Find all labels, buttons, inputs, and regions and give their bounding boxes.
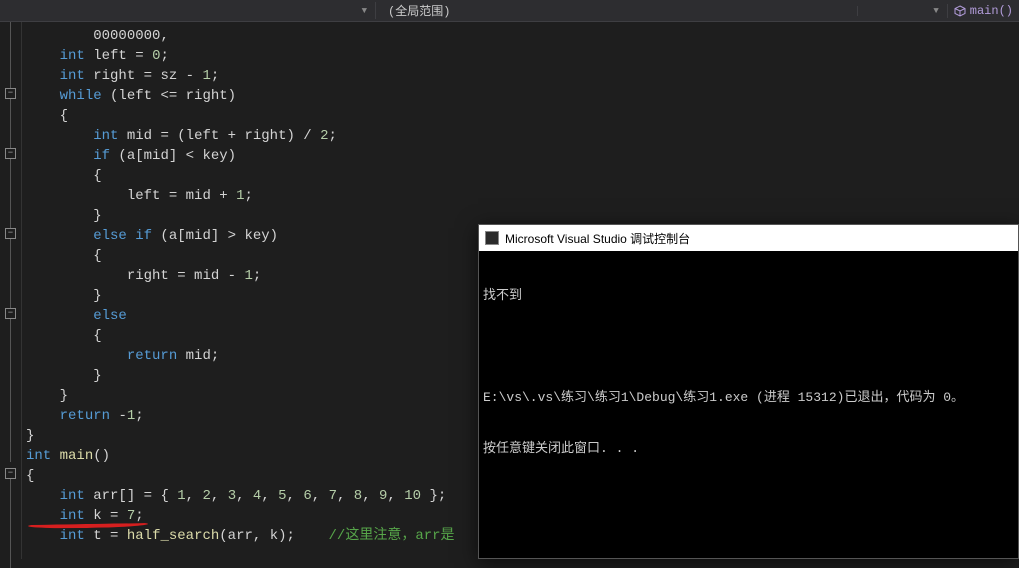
function-label: main() <box>970 4 1013 18</box>
console-title: Microsoft Visual Studio 调试控制台 <box>505 230 690 247</box>
console-blank <box>483 338 1014 355</box>
code-line[interactable]: { <box>26 246 455 266</box>
console-output-line: E:\vs\.vs\练习\练习1\Debug\练习1.exe (进程 15312… <box>483 389 1014 406</box>
context-mid[interactable]: ▼ <box>857 6 947 16</box>
fold-toggle[interactable]: − <box>5 308 16 319</box>
code-line[interactable]: return mid; <box>26 346 455 366</box>
code-line[interactable]: int t = half_search(arr, k); //这里注意，arr是 <box>26 526 455 546</box>
method-icon <box>954 5 966 17</box>
code-area[interactable]: 00000000, int left = 0; int right = sz -… <box>22 22 455 559</box>
code-line[interactable]: } <box>26 206 455 226</box>
code-line[interactable]: { <box>26 466 455 486</box>
code-line[interactable]: else <box>26 306 455 326</box>
code-line[interactable]: int arr[] = { 1, 2, 3, 4, 5, 6, 7, 8, 9,… <box>26 486 455 506</box>
function-dropdown[interactable]: main() <box>947 4 1019 18</box>
code-line[interactable]: return -1; <box>26 406 455 426</box>
fold-gutter: − − − − − <box>0 22 22 559</box>
console-icon <box>485 231 499 245</box>
code-line[interactable]: } <box>26 366 455 386</box>
scope-label: (全局范围) <box>388 5 450 19</box>
console-body: 找不到 E:\vs\.vs\练习\练习1\Debug\练习1.exe (进程 1… <box>479 251 1018 493</box>
code-line[interactable]: int main() <box>26 446 455 466</box>
context-bar: ▼ (全局范围) ▼ main() <box>0 0 1019 22</box>
console-titlebar[interactable]: Microsoft Visual Studio 调试控制台 <box>479 225 1018 251</box>
code-line[interactable]: int right = sz - 1; <box>26 66 455 86</box>
code-line[interactable]: { <box>26 326 455 346</box>
code-line[interactable]: { <box>26 106 455 126</box>
code-line[interactable]: } <box>26 386 455 406</box>
code-line[interactable]: int left = 0; <box>26 46 455 66</box>
code-line[interactable]: else if (a[mid] > key) <box>26 226 455 246</box>
console-output-line: 找不到 <box>483 287 1014 304</box>
fold-toggle[interactable]: − <box>5 148 16 159</box>
fold-toggle[interactable]: − <box>5 468 16 479</box>
debug-console-window[interactable]: Microsoft Visual Studio 调试控制台 找不到 E:\vs\… <box>478 224 1019 559</box>
chevron-down-icon: ▼ <box>362 6 367 16</box>
code-line[interactable]: int mid = (left + right) / 2; <box>26 126 455 146</box>
scope-dropdown[interactable]: (全局范围) <box>375 2 857 19</box>
code-line[interactable]: while (left <= right) <box>26 86 455 106</box>
chevron-down-icon: ▼ <box>933 6 938 16</box>
code-line[interactable]: left = mid + 1; <box>26 186 455 206</box>
code-line[interactable]: right = mid - 1; <box>26 266 455 286</box>
code-line[interactable]: int k = 7; <box>26 506 455 526</box>
code-line[interactable]: } <box>26 426 455 446</box>
context-left[interactable]: ▼ <box>0 6 375 16</box>
code-line[interactable]: } <box>26 286 455 306</box>
fold-toggle[interactable]: − <box>5 88 16 99</box>
console-output-line: 按任意键关闭此窗口. . . <box>483 440 1014 457</box>
code-line[interactable]: if (a[mid] < key) <box>26 146 455 166</box>
code-line[interactable]: 00000000, <box>26 26 455 46</box>
fold-toggle[interactable]: − <box>5 228 16 239</box>
code-line[interactable]: { <box>26 166 455 186</box>
